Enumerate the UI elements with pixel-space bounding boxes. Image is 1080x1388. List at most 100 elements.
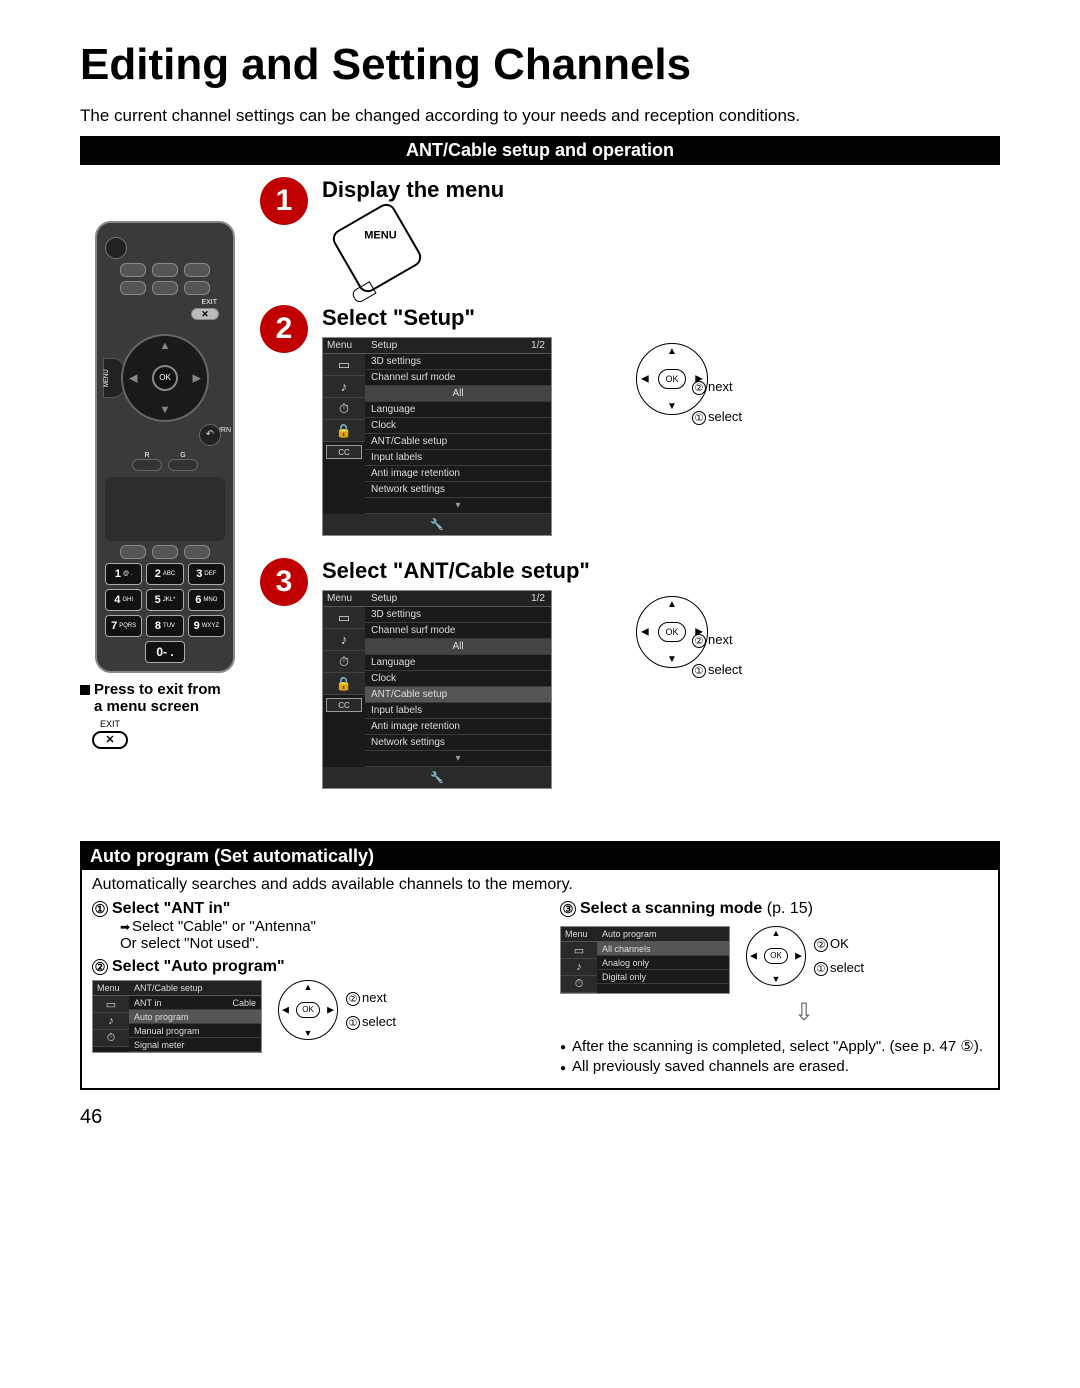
menu-item: Network settings (365, 482, 551, 498)
keypad-7[interactable]: 7PQRS (105, 615, 142, 637)
return-button[interactable]: ↶ (199, 424, 221, 446)
remote-small-btn[interactable] (184, 545, 210, 559)
cc-icon: CC (326, 445, 362, 459)
keypad-1[interactable]: 1@ . (105, 563, 142, 585)
keypad-5[interactable]: 5JKL* (146, 589, 183, 611)
remote-small-btn[interactable] (120, 263, 146, 277)
dpad[interactable]: ▲ ◀ ▶ ▼ OK (121, 334, 209, 422)
step-1-badge: 1 (260, 177, 308, 225)
audio-icon: ♪ (323, 629, 365, 651)
audio-icon: ♪ (323, 376, 365, 398)
menu-item: Channel surf mode (365, 623, 551, 639)
cc-icon: CC (326, 698, 362, 712)
picture-icon: ▭ (323, 607, 365, 629)
remote-small-btn[interactable] (120, 281, 146, 295)
list-item-highlighted: Auto program (129, 1010, 261, 1024)
auto-intro: Automatically searches and adds availabl… (92, 876, 988, 894)
remote-small-btn[interactable] (152, 545, 178, 559)
remote-small-btn[interactable] (152, 263, 178, 277)
substep-1-body: Select "Cable" or "Antenna"Or select "No… (120, 918, 520, 952)
page-title: Editing and Setting Channels (80, 40, 1000, 90)
ant-cable-menu-screenshot: Menu ▭ ♪ ⏱ 🔒 CC Setup1/2 3D settings Cha… (322, 590, 552, 789)
keypad-9[interactable]: 9WXYZ (188, 615, 225, 637)
ok-button[interactable]: OK (152, 365, 178, 391)
keypad-6[interactable]: 6MNO (188, 589, 225, 611)
keypad-0[interactable]: 0- . (145, 641, 185, 663)
audio-icon: ♪ (561, 959, 597, 976)
timer-icon: ⏱ (561, 976, 597, 993)
power-button[interactable] (105, 237, 127, 259)
picture-icon: ▭ (323, 354, 365, 376)
menu-item: All (365, 639, 551, 655)
dpad-diagram: ▲ ◀ ▶ ▼ OK ②next ①select (602, 596, 742, 692)
timer-icon: ⏱ (323, 651, 365, 673)
left-arrow-icon[interactable]: ◀ (129, 372, 137, 385)
remote-small-btn[interactable] (184, 281, 210, 295)
step-2-badge: 2 (260, 305, 308, 353)
wrench-icon: 🔧 (323, 767, 551, 788)
menu-item: Channel surf mode (365, 370, 551, 386)
picture-icon: ▭ (93, 996, 129, 1013)
picture-icon: ▭ (561, 942, 597, 959)
step-3-title: Select "ANT/Cable setup" (322, 558, 1000, 584)
step-1-title: Display the menu (322, 177, 1000, 203)
menu-item: Network settings (365, 735, 551, 751)
setup-menu-screenshot: Menu ▭ ♪ ⏱ 🔒 CC Setup1/2 3D settings Cha… (322, 337, 552, 536)
press-exit-label: Press to exit from (80, 681, 250, 698)
notes-list: After the scanning is completed, select … (560, 1037, 988, 1075)
menu-item-highlighted: ANT/Cable setup (365, 687, 551, 703)
right-arrow-icon[interactable]: ▶ (193, 372, 201, 385)
auto-program-header: Auto program (Set automatically) (82, 843, 998, 870)
step-2-title: Select "Setup" (322, 305, 1000, 331)
page-number: 46 (80, 1106, 1000, 1129)
exit-label: EXIT (105, 299, 217, 306)
list-item: Manual program (129, 1024, 261, 1038)
substep-1: ①Select "ANT in" (92, 900, 520, 918)
lock-icon: 🔒 (323, 420, 365, 442)
section-bar: ANT/Cable setup and operation (80, 136, 1000, 165)
lock-icon: 🔒 (323, 673, 365, 695)
down-arrow-icon[interactable]: ▼ (160, 404, 171, 416)
g-label: G (168, 452, 198, 459)
list-item: Signal meter (129, 1038, 261, 1052)
list-item-highlighted: All channels (597, 942, 729, 956)
dpad-diagram-small: ▲ ◀ ▶ ▼ OK (278, 980, 338, 1040)
timer-icon: ⏱ (323, 398, 365, 420)
menu-item: Language (365, 655, 551, 671)
green-button[interactable] (168, 459, 198, 471)
list-item: ANT inCable (129, 996, 261, 1010)
hand-icon (351, 281, 377, 304)
menu-item: 3D settings (365, 607, 551, 623)
remote-small-btn[interactable] (152, 281, 178, 295)
menu-item: Clock (365, 671, 551, 687)
ant-cable-setup-menu: Menu ▭ ♪ ⏱ ANT/Cable setup ANT inCable A… (92, 980, 262, 1053)
down-arrow-icon: ⇩ (620, 998, 988, 1027)
audio-icon: ♪ (93, 1013, 129, 1030)
keypad-3[interactable]: 3DEF (188, 563, 225, 585)
remote-blank-area (105, 477, 225, 541)
menu-button-illustration: MENU (329, 200, 425, 296)
menu-item: ANT/Cable setup (365, 434, 551, 450)
menu-item: 3D settings (365, 354, 551, 370)
list-item: Digital only (597, 970, 729, 984)
more-indicator: ▾ (365, 498, 551, 514)
remote-small-btn[interactable] (120, 545, 146, 559)
up-arrow-icon[interactable]: ▲ (160, 340, 171, 352)
menu-item: Language (365, 402, 551, 418)
exit-button[interactable]: ✕ (191, 308, 219, 320)
press-exit-label-2: a menu screen (94, 698, 250, 715)
dpad-diagram-small: ▲ ◀ ▶ ▼ OK (746, 926, 806, 986)
remote-small-btn[interactable] (184, 263, 210, 277)
menu-item: Clock (365, 418, 551, 434)
keypad-4[interactable]: 4GHI (105, 589, 142, 611)
red-button[interactable] (132, 459, 162, 471)
keypad-2[interactable]: 2ABC (146, 563, 183, 585)
dpad-diagram: ▲ ◀ ▶ ▼ OK ②next ①select (602, 343, 742, 439)
exit-key-icon[interactable]: ✕ (92, 731, 128, 749)
list-item: Analog only (597, 956, 729, 970)
exit-key-label: EXIT (80, 719, 140, 729)
keypad-8[interactable]: 8TUV (146, 615, 183, 637)
timer-icon: ⏱ (93, 1030, 129, 1047)
r-label: R (132, 452, 162, 459)
auto-program-menu: Menu ▭ ♪ ⏱ Auto program All channels Ana… (560, 926, 730, 994)
